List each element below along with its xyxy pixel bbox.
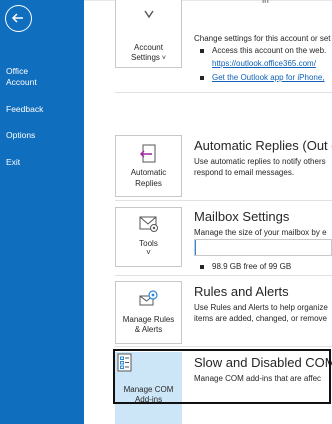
nav-office-account[interactable]: Office Account xyxy=(6,66,37,88)
account-settings-label-2: Settings ˅ xyxy=(131,53,166,62)
nav-options[interactable]: Options xyxy=(6,130,35,141)
automatic-replies-label-1: Automatic xyxy=(130,168,167,177)
backstage-nav: Office Account Feedback Options Exit xyxy=(0,0,84,424)
highlight-box xyxy=(113,349,331,404)
mailbox-usage-fill xyxy=(195,240,197,255)
tile-glyph-fragment xyxy=(116,9,181,22)
manage-rules-label-1: Manage Rules xyxy=(122,315,175,324)
automatic-replies-title: Automatic Replies (Out o xyxy=(194,138,332,153)
rules-alerts-desc-2: items are added, changed, or remove xyxy=(194,314,327,323)
section-divider xyxy=(115,92,332,93)
rules-alerts-desc-1: Use Rules and Alerts to help organize xyxy=(194,303,328,312)
mailbox-tools-tile[interactable]: Tools ˅ xyxy=(115,207,182,267)
outlook-app-link[interactable]: Get the Outlook app for iPhone, xyxy=(212,73,325,82)
bullet-access-web: Access this account on the web. xyxy=(200,45,326,56)
rules-alerts-title: Rules and Alerts xyxy=(194,284,289,299)
mailbox-settings-desc: Manage the size of your mailbox by e xyxy=(194,228,327,237)
envelope-gear-icon xyxy=(139,216,158,232)
manage-rules-label-2: & Alerts xyxy=(134,325,163,334)
manage-rules-alerts-tile[interactable]: Manage Rules & Alerts xyxy=(115,281,182,344)
back-button[interactable] xyxy=(5,5,32,32)
nav-exit[interactable]: Exit xyxy=(6,157,20,168)
account-settings-tile[interactable]: Account Settings ˅ xyxy=(115,0,182,68)
automatic-replies-desc-2: respond to email messages. xyxy=(194,168,295,177)
automatic-replies-label-2: Replies xyxy=(135,179,162,188)
nav-feedback[interactable]: Feedback xyxy=(6,104,43,115)
bullet-icon xyxy=(200,48,204,53)
back-arrow-icon xyxy=(11,13,23,23)
section-divider xyxy=(115,346,332,347)
section-divider xyxy=(115,200,332,201)
chevron-down-icon: ˅ xyxy=(146,248,151,257)
automatic-replies-desc-1: Use automatic replies to notify others xyxy=(194,157,326,166)
mailbox-usage-text: 98.9 GB free of 99 GB xyxy=(200,261,291,272)
account-settings-icon xyxy=(143,10,154,19)
top-cutoff-text: In xyxy=(262,0,269,5)
account-settings-label-1: Account xyxy=(134,43,163,52)
rules-alerts-icon xyxy=(139,290,158,306)
section-divider xyxy=(115,275,332,276)
bullet-outlook-app: Get the Outlook app for iPhone, xyxy=(200,72,325,83)
automatic-replies-tile[interactable]: Automatic Replies xyxy=(115,135,182,197)
outlook-web-link[interactable]: https://outlook.office365.com/ xyxy=(212,58,316,69)
account-settings-description: Change settings for this account or set xyxy=(194,34,331,43)
account-info-pane: In Account Settings ˅ Change settings fo… xyxy=(84,0,332,424)
bullet-icon xyxy=(200,264,204,269)
bullet-icon xyxy=(200,75,204,80)
chevron-down-icon: ˅ xyxy=(159,55,166,62)
mailbox-usage-bar xyxy=(194,239,332,256)
mailbox-settings-title: Mailbox Settings xyxy=(194,209,290,224)
automatic-replies-icon xyxy=(139,144,155,163)
